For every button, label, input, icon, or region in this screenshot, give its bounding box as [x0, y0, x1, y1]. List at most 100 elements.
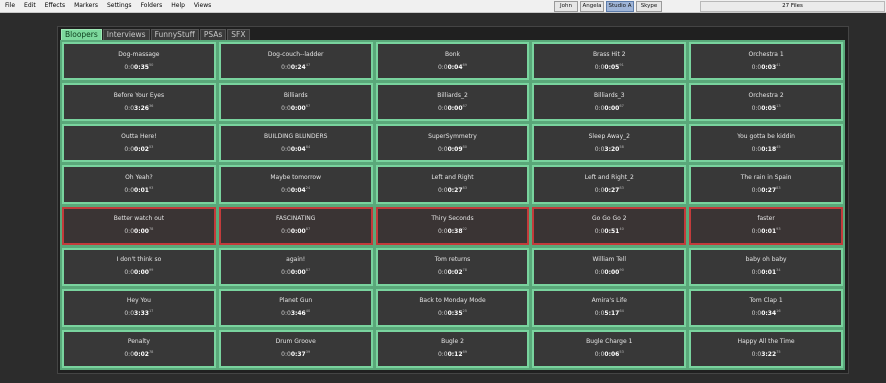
duration-lead: 0:0 [594, 104, 605, 112]
user-button-angela[interactable]: Angela [580, 1, 604, 12]
cart-button[interactable]: Left and Right_2 0:00:2783 [532, 165, 687, 204]
cart-title: Billiards_3 [594, 91, 625, 99]
cart-button[interactable]: Hey You 0:03:3317 [62, 288, 216, 327]
cart-button[interactable]: Penalty 0:00:0278 [62, 329, 216, 368]
cart-duration: 0:00:0253 [124, 143, 153, 154]
cart-button[interactable]: You gotta be kiddin 0:00:1845 [689, 124, 843, 163]
cart-title: Maybe tomorrow [270, 173, 321, 181]
cart-button[interactable]: I don't think so 0:00:0099 [62, 247, 216, 286]
cart-title: SuperSymmetry [428, 132, 477, 140]
duration-lead: 0:0 [751, 186, 762, 194]
cart-button[interactable]: Billiards_3 0:00:0067 [532, 83, 687, 122]
cart-title: again! [286, 256, 306, 264]
user-button-john[interactable]: John [554, 1, 578, 12]
cart-duration: 0:00:0193 [124, 184, 153, 195]
user-button-studio-a[interactable]: Studio A [606, 1, 634, 12]
cart-button[interactable]: again! 0:00:0087 [218, 247, 373, 286]
menu-markers[interactable]: Markers [74, 0, 98, 12]
cart-button[interactable]: Maybe tomorrow 0:00:0424 [218, 165, 373, 204]
cart-button[interactable]: Billiards_2 0:00:0067 [375, 83, 530, 122]
cart-title: faster [757, 215, 775, 223]
cart-button[interactable]: Back to Monday Mode 0:00:3525 [375, 288, 530, 327]
cart-button[interactable]: Orchestra 2 0:00:0513 [689, 83, 843, 122]
cart-button[interactable]: Before Your Eyes 0:03:2636 [62, 83, 216, 122]
cart-button[interactable]: Outta Here! 0:00:0253 [62, 124, 216, 163]
duration-lead: 0:0 [437, 228, 448, 236]
cart-duration: 0:00:5140 [595, 225, 624, 236]
cart-button[interactable]: Orchestra 1 0:00:0341 [689, 42, 843, 81]
duration-frames: 78 [462, 268, 468, 273]
duration-main: 0:38 [447, 228, 463, 236]
cart-title: FASCINATING [275, 215, 316, 223]
cart-button[interactable]: Bugle Charge 1 0:00:0653 [532, 329, 687, 368]
cart-button[interactable]: Dog-couch--ladder 0:00:2447 [218, 42, 373, 81]
cart-button[interactable]: faster 0:00:0193 [689, 206, 843, 245]
menu-help[interactable]: Help [171, 0, 185, 12]
duration-lead: 0:0 [751, 351, 762, 359]
cart-button[interactable]: Tom returns 0:00:0278 [375, 247, 530, 286]
cart-button[interactable]: Billiards 0:00:0067 [218, 83, 373, 122]
cart-button[interactable]: Left and Right 0:00:2783 [375, 165, 530, 204]
cart-button[interactable]: Bugle 2 0:00:1269 [375, 329, 530, 368]
duration-main: 0:01 [761, 269, 777, 277]
menu-edit[interactable]: Edit [24, 0, 36, 12]
duration-main: 5:17 [604, 310, 620, 318]
duration-main: 0:51 [604, 228, 620, 236]
cart-button[interactable]: The rain in Spain 0:00:2783 [689, 165, 843, 204]
cart-duration: 0:03:3317 [124, 307, 153, 318]
duration-main: 0:02 [134, 145, 149, 153]
cart-button[interactable]: Sleep Away_2 0:03:2058 [532, 124, 687, 163]
cart-duration: 0:00:2447 [281, 61, 310, 72]
duration-lead: 0:0 [594, 145, 605, 153]
duration-frames: 78 [148, 227, 154, 232]
duration-lead: 0:0 [594, 351, 605, 359]
duration-lead: 0:0 [594, 186, 605, 194]
cart-button[interactable]: Amira's Life 0:05:1764 [532, 288, 687, 327]
duration-main: 0:00 [290, 228, 306, 236]
duration-main: 3:20 [604, 145, 620, 153]
duration-frames: 69 [462, 62, 468, 67]
duration-main: 0:04 [447, 63, 463, 71]
cart-duration: 0:00:3416 [752, 307, 781, 318]
cart-button[interactable]: Oh Yeah? 0:00:0193 [62, 165, 216, 204]
cart-button[interactable]: SuperSymmetry 0:00:0980 [375, 124, 530, 163]
cart-button[interactable]: baby oh baby 0:00:0134 [689, 247, 843, 286]
menu-file[interactable]: File [5, 0, 15, 12]
cart-duration: 0:00:0484 [281, 143, 310, 154]
cart-button[interactable]: Bonk 0:00:0469 [375, 42, 530, 81]
duration-lead: 0:0 [594, 228, 605, 236]
cart-button[interactable]: Better watch out 0:00:0078 [62, 206, 216, 245]
cart-duration: 0:00:3802 [438, 225, 467, 236]
cart-button[interactable]: Brass Hit 2 0:00:0591 [532, 42, 687, 81]
duration-frames: 53 [148, 144, 154, 149]
cart-button[interactable]: BUILDING BLUNDERS 0:00:0484 [218, 124, 373, 163]
cart-title: Oh Yeah? [125, 173, 153, 181]
cart-duration: 0:00:0980 [438, 143, 467, 154]
duration-lead: 0:0 [751, 104, 762, 112]
cart-title: Left and Right_2 [584, 173, 634, 181]
duration-main: 3:22 [761, 351, 777, 359]
cart-button[interactable]: FASCINATING 0:00:0087 [218, 206, 373, 245]
cart-button[interactable]: Dog-massage 0:00:3550 [62, 42, 216, 81]
cart-button[interactable]: Go Go Go 2 0:00:5140 [532, 206, 687, 245]
duration-main: 0:01 [134, 186, 149, 194]
menu-folders[interactable]: Folders [141, 0, 163, 12]
cart-duration: 0:00:0424 [281, 184, 310, 195]
cart-button[interactable]: Tom Clap 1 0:00:3416 [689, 288, 843, 327]
cart-title: BUILDING BLUNDERS [263, 132, 328, 140]
cart-button[interactable]: Drum Groove 0:00:3739 [218, 329, 373, 368]
cart-button[interactable]: Planet Gun 0:03:4640 [218, 288, 373, 327]
user-button-skype[interactable]: Skype [636, 1, 662, 12]
duration-lead: 0:0 [124, 228, 135, 236]
menu-settings[interactable]: Settings [107, 0, 132, 12]
menu-effects[interactable]: Effects [45, 0, 65, 12]
cart-button[interactable]: Happy All the Time 0:03:2275 [689, 329, 843, 368]
duration-main: 0:05 [761, 104, 777, 112]
cart-wall-panel: Bloopers Interviews FunnyStuff PSAs SFX Dog-… [57, 26, 849, 374]
duration-frames: 58 [619, 144, 624, 149]
menu-views[interactable]: Views [194, 0, 211, 12]
cart-button[interactable]: Thiry Seconds 0:00:3802 [375, 206, 530, 245]
duration-frames: 67 [305, 103, 311, 108]
cart-button[interactable]: William Tell 0:00:0090 [532, 247, 687, 286]
cart-duration: 0:00:2783 [752, 184, 781, 195]
